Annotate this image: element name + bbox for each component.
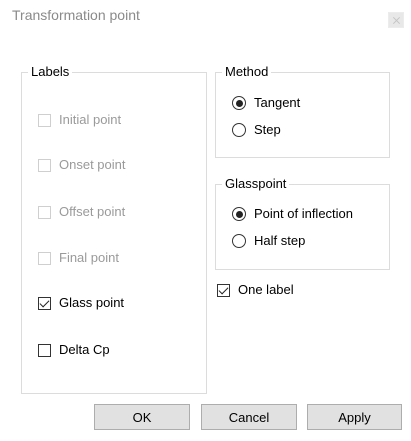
half-step-radio[interactable]: Half step bbox=[232, 233, 305, 249]
window-title: Transformation point bbox=[12, 7, 140, 23]
final-point-label: Final point bbox=[59, 250, 119, 265]
apply-button[interactable]: Apply bbox=[307, 404, 402, 430]
step-radio-circle[interactable] bbox=[232, 123, 246, 137]
glasspoint-group-legend: Glasspoint bbox=[222, 176, 290, 192]
step-label: Step bbox=[254, 122, 281, 137]
one-label-checkbox[interactable]: One label bbox=[217, 282, 294, 298]
one-label-checkbox-box[interactable] bbox=[217, 283, 230, 297]
glass-point-label: Glass point bbox=[59, 295, 125, 310]
onset-point-checkbox[interactable]: Onset point bbox=[38, 157, 126, 173]
tangent-label: Tangent bbox=[254, 95, 301, 110]
half-step-label: Half step bbox=[254, 233, 306, 248]
method-group-legend: Method bbox=[222, 64, 272, 80]
offset-point-checkbox[interactable]: Offset point bbox=[38, 204, 125, 220]
one-label-label: One label bbox=[238, 282, 294, 297]
initial-point-checkbox[interactable]: Initial point bbox=[38, 112, 121, 128]
cancel-button[interactable]: Cancel bbox=[201, 404, 297, 430]
delta-cp-label: Delta Cp bbox=[59, 342, 110, 357]
close-icon[interactable] bbox=[388, 12, 404, 28]
title-bar: Transformation point bbox=[0, 0, 411, 40]
onset-point-checkbox-box[interactable] bbox=[38, 158, 51, 172]
labels-group-legend: Labels bbox=[28, 64, 73, 80]
point-of-inflection-label: Point of inflection bbox=[254, 206, 354, 221]
labels-group: Labels Initial point Onset point Offset … bbox=[21, 64, 207, 394]
offset-point-label: Offset point bbox=[59, 204, 126, 219]
tangent-radio[interactable]: Tangent bbox=[232, 95, 300, 111]
point-of-inflection-radio[interactable]: Point of inflection bbox=[232, 206, 353, 222]
initial-point-label: Initial point bbox=[59, 112, 122, 127]
half-step-radio-circle[interactable] bbox=[232, 234, 246, 248]
step-radio[interactable]: Step bbox=[232, 122, 281, 138]
tangent-radio-circle[interactable] bbox=[232, 96, 246, 110]
method-group: Method Tangent Step bbox=[215, 64, 390, 158]
glass-point-checkbox[interactable]: Glass point bbox=[38, 295, 124, 311]
onset-point-label: Onset point bbox=[59, 157, 126, 172]
delta-cp-checkbox[interactable]: Delta Cp bbox=[38, 342, 110, 358]
final-point-checkbox-box[interactable] bbox=[38, 251, 51, 265]
ok-button[interactable]: OK bbox=[94, 404, 190, 430]
glass-point-checkbox-box[interactable] bbox=[38, 296, 51, 310]
point-of-inflection-radio-circle[interactable] bbox=[232, 207, 246, 221]
delta-cp-checkbox-box[interactable] bbox=[38, 343, 51, 357]
offset-point-checkbox-box[interactable] bbox=[38, 205, 51, 219]
final-point-checkbox[interactable]: Final point bbox=[38, 250, 119, 266]
initial-point-checkbox-box[interactable] bbox=[38, 113, 51, 127]
glasspoint-group: Glasspoint Point of inflection Half step bbox=[215, 176, 390, 270]
